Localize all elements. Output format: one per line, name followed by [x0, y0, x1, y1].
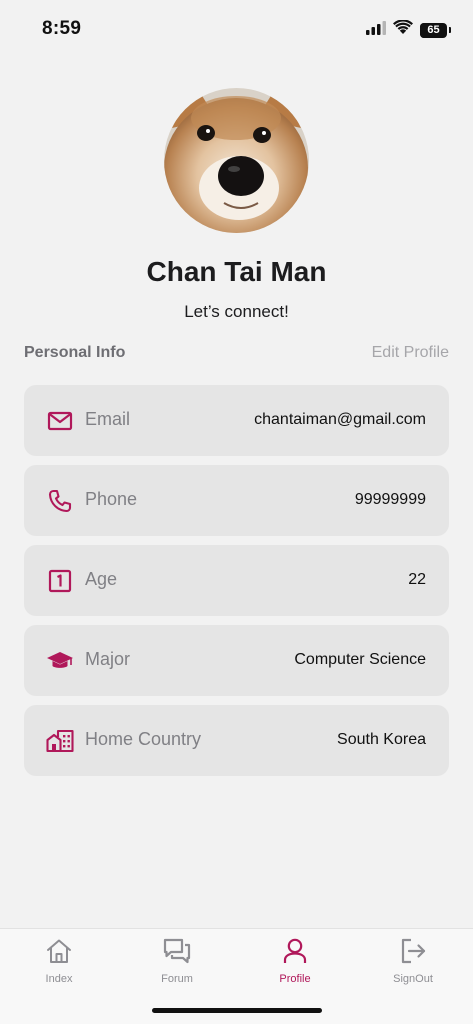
- info-value: 22: [408, 571, 426, 588]
- graduation-cap-icon: [46, 647, 74, 675]
- battery-icon: 65: [420, 22, 447, 38]
- section-title: Personal Info: [24, 344, 126, 361]
- mail-icon: [46, 407, 74, 435]
- info-value: 99999999: [354, 491, 426, 508]
- info-value: chantaiman@gmail.com: [254, 411, 426, 428]
- profile-tagline: Let’s connect!: [184, 302, 289, 321]
- personal-info-header: Personal Info Edit Profile: [24, 344, 449, 366]
- home-indicator: [152, 1008, 322, 1013]
- account-icon: [283, 938, 307, 963]
- tab-label: SignOut: [393, 973, 433, 985]
- info-item-phone: Phone 99999999: [24, 465, 449, 536]
- tab-index[interactable]: Index: [19, 937, 99, 993]
- battery-percent: 65: [427, 23, 440, 36]
- info-label: Phone: [85, 489, 138, 509]
- tab-signout[interactable]: SignOut: [373, 937, 453, 993]
- battery-cap: [449, 27, 451, 33]
- shiba-dog-photo: [164, 88, 309, 233]
- info-label: Email: [85, 409, 131, 429]
- number-one-box-icon: [46, 567, 74, 595]
- wifi-icon: [393, 19, 413, 40]
- info-label: Home Country: [85, 729, 202, 749]
- tab-forum[interactable]: Forum: [137, 937, 217, 993]
- info-label: Major: [85, 649, 131, 669]
- logout-icon: [401, 938, 426, 964]
- personal-info-list: Email chantaiman@gmail.com Phone 9999999…: [24, 385, 449, 785]
- status-icons: 65: [366, 19, 451, 40]
- home-city-icon: [46, 727, 74, 755]
- avatar[interactable]: [164, 88, 309, 233]
- home-icon: [47, 939, 71, 963]
- tab-profile[interactable]: Profile: [255, 937, 335, 993]
- info-item-age: Age 22: [24, 545, 449, 616]
- info-item-email: Email chantaiman@gmail.com: [24, 385, 449, 456]
- info-item-home-country: Home Country South Korea: [24, 705, 449, 776]
- profile-name: Chan Tai Man: [146, 256, 327, 287]
- info-item-major: Major Computer Science: [24, 625, 449, 696]
- cellular-signal-icon: [366, 20, 386, 40]
- tab-label: Forum: [161, 973, 193, 985]
- profile-screen: 8:59 65 Chan Tai Man Let’s connect! Pers…: [0, 0, 473, 1024]
- edit-profile-link[interactable]: Edit Profile: [372, 344, 449, 362]
- info-value: South Korea: [337, 731, 426, 748]
- status-bar: 8:59 65: [0, 0, 473, 60]
- status-time: 8:59: [42, 18, 82, 39]
- forum-icon: [163, 938, 191, 964]
- info-value: Computer Science: [294, 651, 426, 668]
- info-label: Age: [85, 569, 118, 589]
- phone-icon: [46, 487, 74, 515]
- tab-label: Index: [45, 973, 73, 985]
- tab-label: Profile: [279, 973, 311, 985]
